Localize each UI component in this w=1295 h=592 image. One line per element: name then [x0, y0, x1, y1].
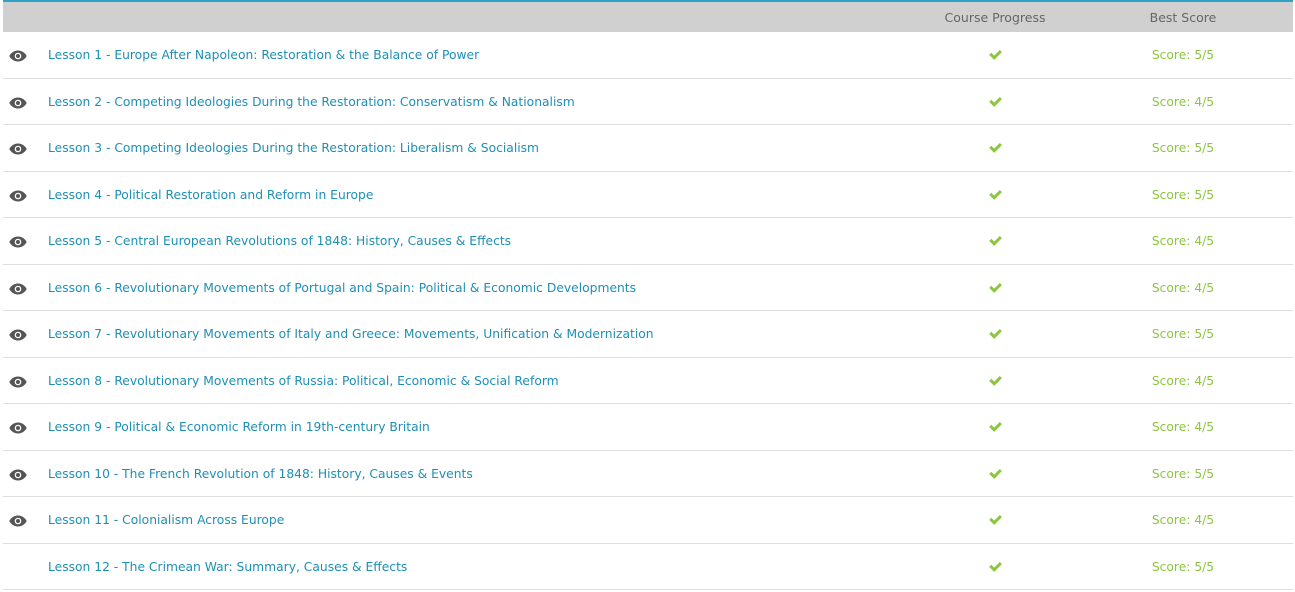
course-progress-header: Course Progress	[944, 10, 1046, 25]
checkmark-icon	[988, 558, 1004, 572]
best-score-value: Score: 5/5	[1151, 559, 1215, 574]
best-score-value: Score: 5/5	[1151, 466, 1215, 481]
best-score-value: Score: 4/5	[1151, 513, 1215, 527]
eye-icon	[9, 47, 27, 62]
table-row: Lesson 8 - Revolutionary Movements of Ru…	[3, 358, 1293, 404]
checkmark-icon	[988, 511, 1004, 525]
lesson-link[interactable]: Lesson 2 - Competing Ideologies During t…	[48, 95, 575, 109]
checkmark-icon	[988, 325, 1004, 339]
lesson-link[interactable]: Lesson 6 - Revolutionary Movements of Po…	[48, 281, 636, 295]
eye-icon	[9, 373, 27, 387]
best-score-value: Score: 4/5	[1151, 373, 1215, 388]
table-row: Lesson 10 - The French Revolution of 184…	[3, 451, 1293, 497]
checkmark-icon	[988, 139, 1004, 153]
checkmark-icon	[988, 186, 1004, 200]
table-row: Lesson 3 - Competing Ideologies During t…	[3, 125, 1293, 172]
lesson-link[interactable]: Lesson 12 - The Crimean War: Summary, Ca…	[48, 560, 407, 574]
lesson-link[interactable]: Lesson 5 - Central European Revolutions …	[48, 234, 511, 248]
lesson-rows: Lesson 1 - Europe After Napoleon: Restor…	[3, 32, 1293, 590]
checkmark-icon	[988, 418, 1004, 432]
table-row: Lesson 11 - Colonialism Across Europe Sco…	[3, 497, 1293, 544]
table-row: Lesson 9 - Political & Economic Reform i…	[3, 404, 1293, 451]
best-score-value: Score: 4/5	[1151, 420, 1215, 434]
table-row: Lesson 12 - The Crimean War: Summary, Ca…	[3, 544, 1293, 590]
table-header: Course Progress Best Score	[3, 0, 1293, 32]
checkmark-icon	[988, 93, 1004, 107]
eye-icon	[9, 419, 27, 434]
eye-icon	[9, 326, 27, 341]
table-row: Lesson 4 - Political Restoration and Ref…	[3, 172, 1293, 218]
best-score-value: Score: 5/5	[1151, 187, 1215, 202]
eye-icon	[9, 466, 27, 480]
checkmark-icon	[988, 232, 1004, 246]
best-score-value: Score: 4/5	[1151, 94, 1215, 109]
eye-icon	[9, 233, 27, 248]
best-score-value: Score: 4/5	[1151, 280, 1215, 295]
lesson-link[interactable]: Lesson 8 - Revolutionary Movements of Ru…	[48, 374, 559, 388]
table-row: Lesson 2 - Competing Ideologies During t…	[3, 79, 1293, 125]
eye-icon	[9, 280, 27, 294]
eye-icon	[9, 512, 27, 527]
lesson-link[interactable]: Lesson 11 - Colonialism Across Europe	[48, 513, 284, 527]
lesson-link[interactable]: Lesson 10 - The French Revolution of 184…	[48, 467, 473, 481]
eye-icon	[9, 140, 27, 155]
checkmark-icon	[988, 46, 1004, 60]
checkmark-icon	[988, 372, 1004, 386]
lesson-link[interactable]: Lesson 9 - Political & Economic Reform i…	[48, 420, 430, 434]
lesson-link[interactable]: Lesson 4 - Political Restoration and Ref…	[48, 188, 373, 202]
eye-icon	[9, 94, 27, 108]
best-score-value: Score: 5/5	[1151, 141, 1215, 155]
table-row: Lesson 5 - Central European Revolutions …	[3, 218, 1293, 265]
table-row: Lesson 6 - Revolutionary Movements of Po…	[3, 265, 1293, 311]
lesson-link[interactable]: Lesson 1 - Europe After Napoleon: Restor…	[48, 48, 479, 62]
checkmark-icon	[988, 465, 1004, 479]
best-score-header: Best Score	[1149, 10, 1217, 25]
best-score-value: Score: 4/5	[1151, 234, 1215, 248]
best-score-value: Score: 5/5	[1151, 327, 1215, 341]
lessons-table: Course Progress Best Score Lesson 1 - Eu…	[3, 0, 1293, 590]
table-row: Lesson 7 - Revolutionary Movements of It…	[3, 311, 1293, 358]
table-row: Lesson 1 - Europe After Napoleon: Restor…	[3, 32, 1293, 79]
best-score-value: Score: 5/5	[1151, 48, 1215, 62]
lesson-link[interactable]: Lesson 3 - Competing Ideologies During t…	[48, 141, 539, 155]
lesson-link[interactable]: Lesson 7 - Revolutionary Movements of It…	[48, 327, 654, 341]
checkmark-icon	[988, 279, 1004, 293]
eye-icon	[9, 187, 27, 201]
